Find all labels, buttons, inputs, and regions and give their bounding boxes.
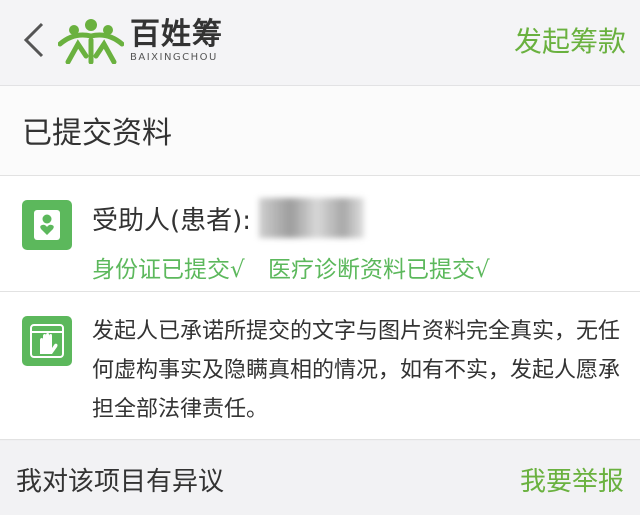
- dispute-label: 我对该项目有异议: [16, 467, 225, 497]
- hand-pledge-icon: [22, 316, 72, 366]
- logo-text-cn: 百姓筹: [130, 16, 223, 52]
- document-status: 身份证已提交√ 医疗诊断资料已提交√: [92, 250, 490, 284]
- promise-card: 发起人已承诺所提交的文字与图片资料完全真实，无任何虚构事实及隐瞒真相的情况，如有…: [0, 292, 640, 440]
- report-button[interactable]: 我要举报: [520, 461, 624, 498]
- diagnosis-status: 医疗诊断资料已提交√: [267, 257, 490, 283]
- logo-people-icon: [58, 19, 124, 64]
- dispute-row: 我对该项目有异议 我要举报: [0, 441, 640, 515]
- section-title: 已提交资料: [22, 116, 172, 151]
- recipient-card: 受助人(患者): 身份证已提交√ 医疗诊断资料已提交√: [0, 176, 640, 292]
- logo-text-en: BAIXINGCHOU: [130, 51, 218, 63]
- recipient-label: 受助人(患者):: [92, 205, 252, 236]
- section-header: 已提交资料: [0, 86, 640, 176]
- launch-fundraising-button[interactable]: 发起筹款: [514, 20, 626, 60]
- back-button[interactable]: [14, 18, 54, 62]
- chevron-left-icon: [23, 22, 44, 58]
- header-bar: 百姓筹 BAIXINGCHOU 发起筹款: [0, 0, 640, 86]
- app-logo: 百姓筹 BAIXINGCHOU: [58, 18, 223, 64]
- id-status: 身份证已提交√: [92, 257, 245, 283]
- recipient-name-blurred: [259, 198, 365, 238]
- patient-icon: [22, 200, 72, 250]
- promise-statement: 发起人已承诺所提交的文字与图片资料完全真实，无任何虚构事实及隐瞒真相的情况，如有…: [92, 319, 621, 422]
